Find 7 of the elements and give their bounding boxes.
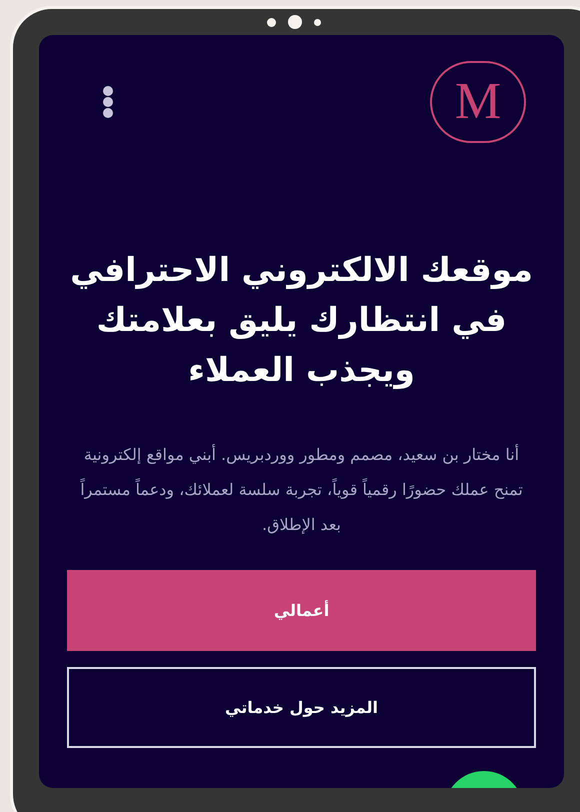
more-options-icon[interactable]: [102, 85, 114, 119]
hero-description: أنا مختار بن سعيد، مصمم ومطور ووردبريس. أبني مواقع إلكترونية تمنح عملك حضورًا رقمياً قوياً، تجربة سلسة لعملائك، ودعماً مستمراً بعد الإطلاق.: [79, 443, 524, 536]
hero-title: موقعك الالكتروني الاحترافي في انتظارك يليق بعلامتك ويجذب العملاء: [69, 249, 534, 391]
primary-button[interactable]: أعمالي: [67, 570, 536, 651]
logo[interactable]: M: [430, 61, 526, 143]
camera-icon: [288, 15, 302, 29]
outline-button[interactable]: المزيد حول خدماتي: [67, 667, 536, 748]
